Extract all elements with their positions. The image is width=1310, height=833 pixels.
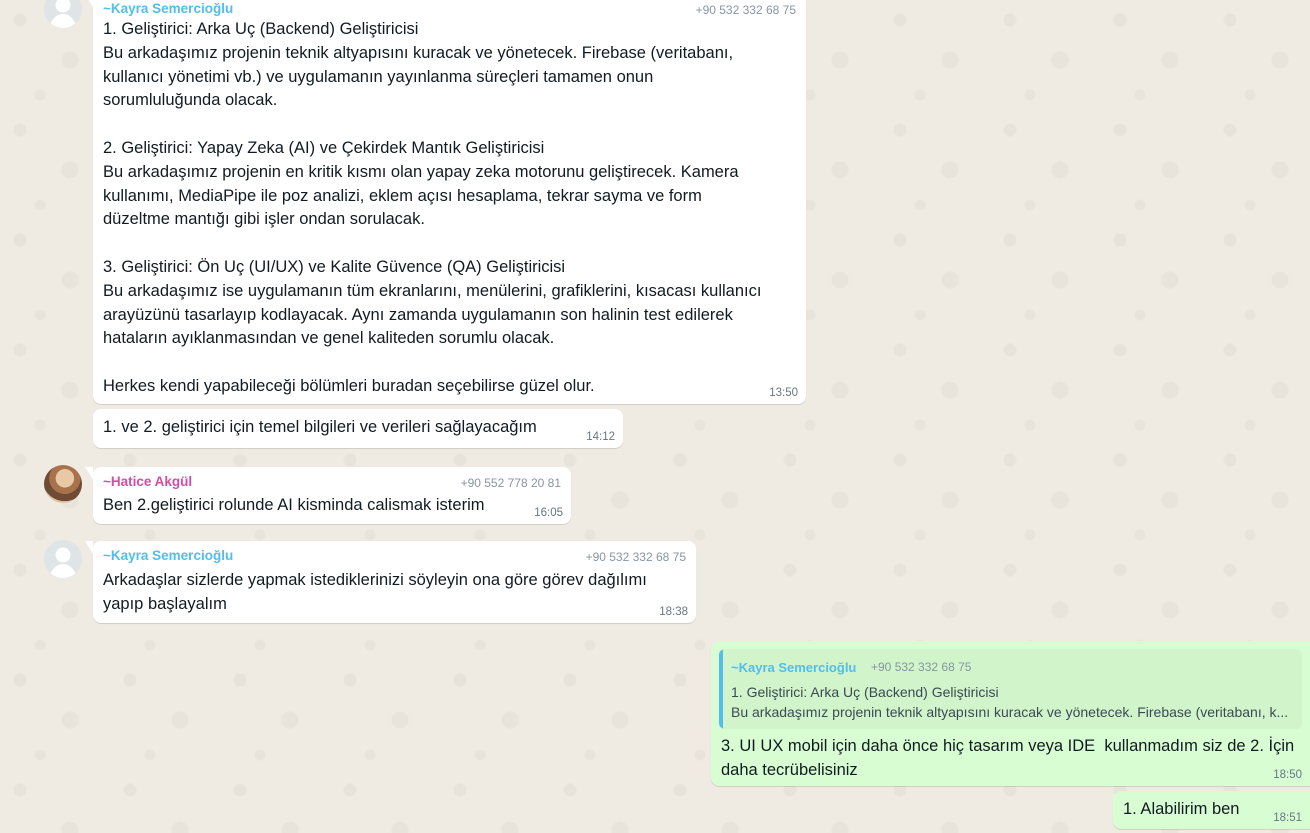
sender-avatar-hatice[interactable] (44, 465, 82, 503)
quote-line-1: 1. Geliştirici: Arka Uç (Backend) Gelişt… (731, 684, 999, 700)
sender-phone: +90 532 332 68 75 (695, 3, 796, 17)
message-time: 13:50 (769, 387, 798, 399)
message-time: 16:05 (534, 507, 563, 519)
sender-name[interactable]: ~Kayra Semercioğlu (103, 549, 233, 563)
message-text: Arkadaşlar sizlerde yapmak istediklerini… (103, 571, 647, 613)
message-text: 3. UI UX mobil için daha önce hiç tasarı… (721, 737, 1295, 779)
message-time: 18:50 (1273, 769, 1302, 781)
message-bubble-outgoing[interactable]: 1. Alabilirim ben 18:51 (1113, 791, 1310, 829)
quoted-message[interactable]: ~Kayra Semercioğlu +90 532 332 68 75 1. … (719, 649, 1302, 729)
sender-phone: +90 552 778 20 81 (460, 476, 561, 490)
sender-name[interactable]: ~Kayra Semercioğlu (103, 2, 233, 16)
message-time: 18:38 (659, 606, 688, 618)
message-bubble[interactable]: ~Hatice Akgül +90 552 778 20 81 Ben 2.ge… (85, 467, 571, 524)
message-bubble[interactable]: ~Kayra Semercioğlu +90 532 332 68 75 1. … (85, 0, 806, 404)
quote-sender-phone: +90 532 332 68 75 (871, 660, 972, 674)
quote-sender-name: ~Kayra Semercioğlu (731, 660, 857, 675)
sender-phone: +90 532 332 68 75 (585, 550, 686, 564)
message-text: 1. Alabilirim ben (1123, 800, 1240, 818)
default-avatar-icon (44, 540, 82, 578)
sender-name[interactable]: ~Hatice Akgül (103, 475, 192, 489)
message-time: 14:12 (586, 431, 615, 443)
quote-line-2: Bu arkadaşımız projenin teknik altyapısı… (731, 704, 1289, 720)
message-bubble[interactable]: ~Kayra Semercioğlu +90 532 332 68 75 Ark… (85, 541, 696, 623)
message-time: 18:51 (1273, 812, 1302, 824)
message-text: 1. Geliştirici: Arka Uç (Backend) Gelişt… (103, 20, 762, 395)
message-text: 1. ve 2. geliştirici için temel bilgiler… (103, 418, 537, 436)
message-bubble[interactable]: 1. ve 2. geliştirici için temel bilgiler… (93, 409, 623, 448)
message-bubble-outgoing[interactable]: ~Kayra Semercioğlu +90 532 332 68 75 1. … (711, 641, 1310, 786)
sender-avatar-kayra[interactable] (44, 540, 82, 578)
message-text: Ben 2.geliştirici rolunde AI kisminda ca… (103, 496, 485, 514)
